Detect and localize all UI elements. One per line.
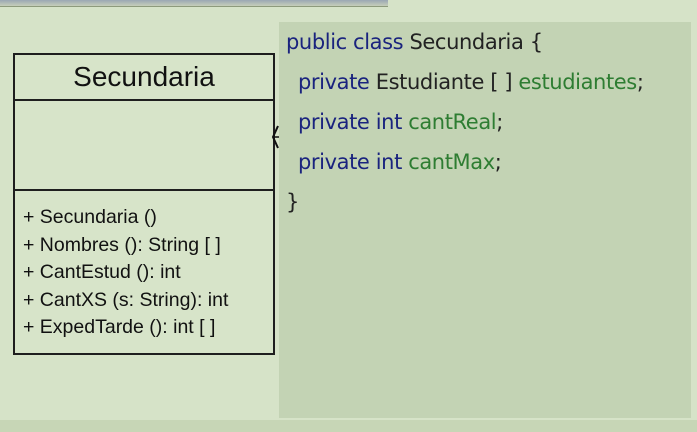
top-decoration-bar xyxy=(0,0,388,7)
uml-attributes-compartment xyxy=(15,101,273,191)
code-keyword: private int xyxy=(298,150,402,174)
code-field-name: cantReal xyxy=(408,110,497,134)
uml-method: + ExpedTarde (): int [ ] xyxy=(23,316,216,338)
code-line-class-decl: public class Secundaria { xyxy=(286,30,543,54)
code-line-close-brace: } xyxy=(286,190,299,214)
uml-class-box: Secundaria + Secundaria () + Nombres ():… xyxy=(13,53,275,355)
code-type: Estudiante [ ] xyxy=(375,70,513,94)
uml-method: + Secundaria () xyxy=(23,206,157,228)
uml-method: + CantEstud (): int xyxy=(23,261,181,283)
code-line-field-cantmax: private int cantMax; xyxy=(298,150,502,174)
code-close-brace: } xyxy=(286,190,299,214)
code-keyword: private int xyxy=(298,110,402,134)
uml-class-name: Secundaria xyxy=(15,55,273,101)
code-keyword: public class xyxy=(286,30,404,54)
code-field-name: estudiantes xyxy=(518,70,637,94)
code-class-name: Secundaria xyxy=(409,30,524,54)
code-line-field-estudiantes: private Estudiante [ ] estudiantes; xyxy=(298,70,644,94)
bottom-decoration-band xyxy=(0,420,697,432)
uml-methods-compartment: + Secundaria () + Nombres (): String [ ]… xyxy=(15,191,273,342)
uml-method: + CantXS (s: String): int xyxy=(23,288,229,311)
code-semicolon: ; xyxy=(636,70,644,94)
code-semicolon: ; xyxy=(496,110,503,134)
uml-method: + Nombres (): String [ ] xyxy=(23,233,221,256)
code-open-brace: { xyxy=(529,30,543,54)
code-semicolon: ; xyxy=(494,150,502,174)
code-line-field-cantreal: private int cantReal; xyxy=(298,110,503,134)
code-keyword: private xyxy=(298,70,370,94)
code-field-name: cantMax xyxy=(408,150,495,174)
